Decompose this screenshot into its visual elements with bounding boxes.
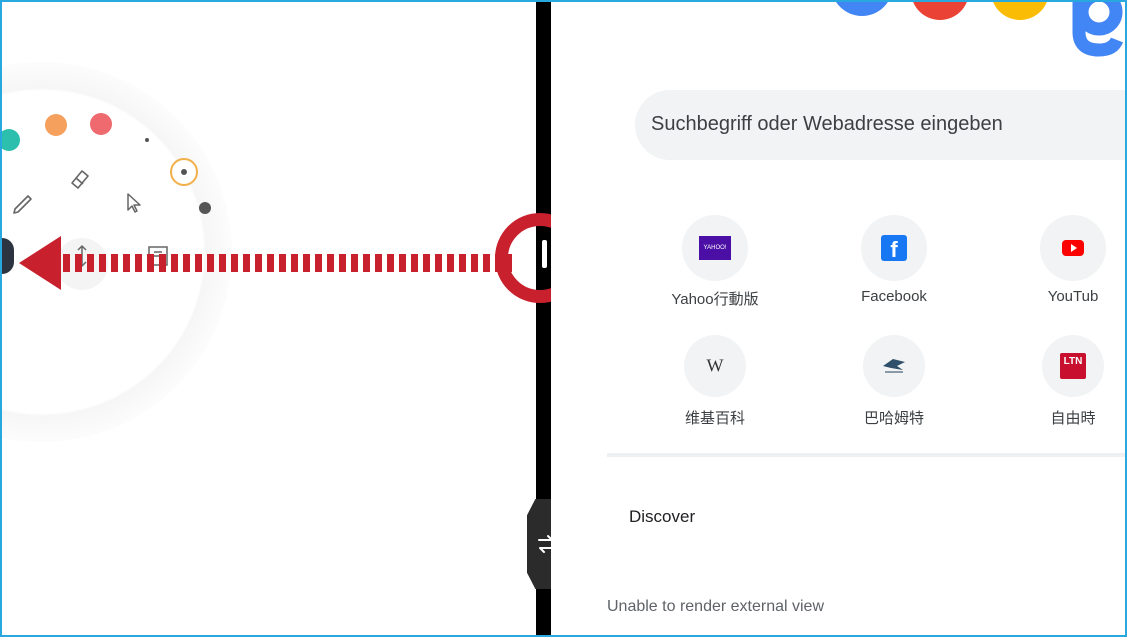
drag-direction-arrow (19, 236, 512, 290)
shortcut-label: Yahoo行動版 (671, 291, 759, 308)
google-logo-part (831, 2, 893, 16)
color-swatch-red[interactable] (90, 113, 112, 135)
shortcut-label: 维基百科 (684, 410, 745, 427)
google-logo-part (911, 2, 969, 20)
ltn-icon: LTN (1060, 353, 1086, 379)
whiteboard-pane[interactable] (2, 2, 538, 635)
shortcut-label: YouTub (1047, 288, 1099, 305)
eraser-icon[interactable] (66, 165, 92, 191)
shortcut-tile[interactable]: LTN 自由時 (998, 335, 1125, 455)
pointer-icon[interactable] (122, 190, 148, 216)
wikipedia-icon: W (706, 355, 724, 376)
youtube-icon (1062, 240, 1084, 256)
size-large-dot-icon[interactable] (168, 156, 200, 188)
bahamut-icon (883, 359, 905, 373)
shortcut-tile[interactable]: YouTub (998, 215, 1125, 335)
google-logo-part (991, 2, 1049, 20)
shortcut-label: 自由時 (1050, 410, 1096, 427)
search-placeholder: Suchbegriff oder Webadresse eingeben (651, 113, 1003, 135)
shortcut-tile[interactable]: 巴哈姆特 (819, 335, 969, 455)
external-view-message: Unable to render external view (607, 598, 825, 615)
discover-heading: Discover (629, 507, 696, 526)
size-small-dot-icon[interactable] (195, 198, 215, 218)
section-divider (607, 453, 1125, 457)
screen-frame: Suchbegriff oder Webadresse eingeben YAH… (0, 0, 1127, 637)
search-bar[interactable]: Suchbegriff oder Webadresse eingeben (635, 90, 1125, 160)
pen-icon[interactable] (10, 189, 36, 215)
size-tiny-dot-icon[interactable] (145, 138, 149, 142)
facebook-icon: f (881, 235, 907, 262)
yahoo-icon: YAHOO! (699, 236, 731, 260)
shortcut-tile[interactable]: f Facebook (819, 215, 969, 335)
shortcut-tile[interactable]: YAHOO! Yahoo行動版 (640, 215, 790, 335)
shortcut-label: 巴哈姆特 (863, 410, 924, 427)
color-swatch-orange[interactable] (45, 114, 67, 136)
google-logo-g (1072, 2, 1124, 57)
active-tool-edge-icon[interactable] (2, 238, 14, 274)
browser-pane: Suchbegriff oder Webadresse eingeben YAH… (551, 2, 1125, 635)
shortcut-label: Facebook (861, 288, 927, 305)
shortcut-tile[interactable]: W 维基百科 (640, 335, 790, 455)
